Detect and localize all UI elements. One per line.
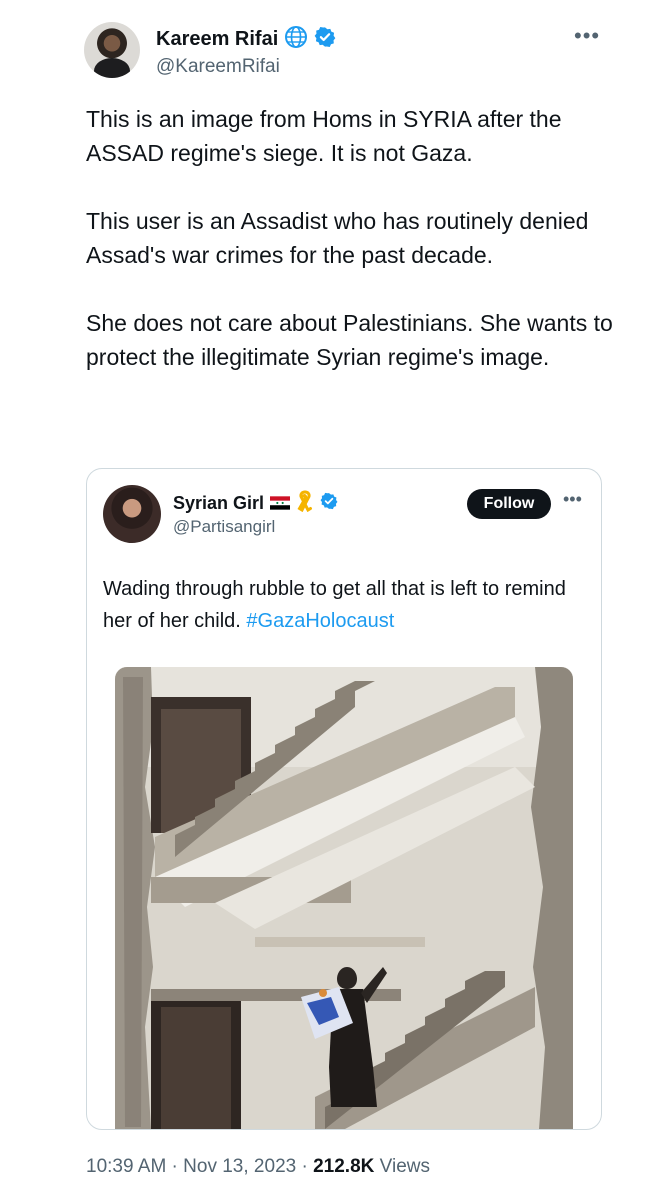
- quoted-tweet-card[interactable]: Syrian Girl @Partisangirl Follow ••• Wad…: [86, 468, 602, 1130]
- tweet-paragraph: This user is an Assadist who has routine…: [86, 208, 589, 268]
- views-count: 212.8K: [313, 1156, 375, 1177]
- yellow-ribbon-icon: [296, 490, 314, 517]
- author-name-row: Kareem Rifai: [156, 25, 336, 54]
- meta-separator: ·: [296, 1156, 314, 1177]
- author-avatar[interactable]: [84, 22, 140, 78]
- tweet-paragraph: She does not care about Palestinians. Sh…: [86, 310, 613, 370]
- views-label: Views: [374, 1156, 430, 1177]
- quoted-name-row: Syrian Girl: [173, 490, 338, 517]
- hashtag-link[interactable]: #GazaHolocaust: [246, 610, 394, 632]
- verified-badge-icon: [320, 492, 338, 515]
- quoted-author-handle[interactable]: @Partisangirl: [173, 517, 275, 537]
- more-options-icon[interactable]: •••: [563, 490, 582, 508]
- avatar-figure: [94, 58, 130, 78]
- tweet-paragraph: This is an image from Homs in SYRIA afte…: [86, 106, 562, 166]
- ruined-staircase-photo[interactable]: [115, 667, 573, 1129]
- quoted-author-name[interactable]: Syrian Girl: [173, 493, 264, 514]
- author-name[interactable]: Kareem Rifai: [156, 28, 278, 51]
- meta-separator: ·: [166, 1156, 184, 1177]
- more-options-icon[interactable]: •••: [574, 25, 600, 47]
- tweet-metadata: 10:39 AM · Nov 13, 2023 · 212.8K Views: [86, 1156, 430, 1178]
- quoted-author-avatar[interactable]: [103, 485, 161, 543]
- tweet-date[interactable]: Nov 13, 2023: [183, 1156, 296, 1177]
- tweet-time[interactable]: 10:39 AM: [86, 1156, 166, 1177]
- quoted-tweet-text: Wading through rubble to get all that is…: [103, 573, 583, 637]
- follow-button[interactable]: Follow: [467, 489, 551, 519]
- globe-icon: [284, 25, 308, 54]
- tweet-text: This is an image from Homs in SYRIA afte…: [86, 102, 626, 408]
- author-handle[interactable]: @KareemRifai: [156, 56, 280, 78]
- verified-badge-icon: [314, 26, 336, 53]
- syria-flag-icon: [270, 494, 291, 512]
